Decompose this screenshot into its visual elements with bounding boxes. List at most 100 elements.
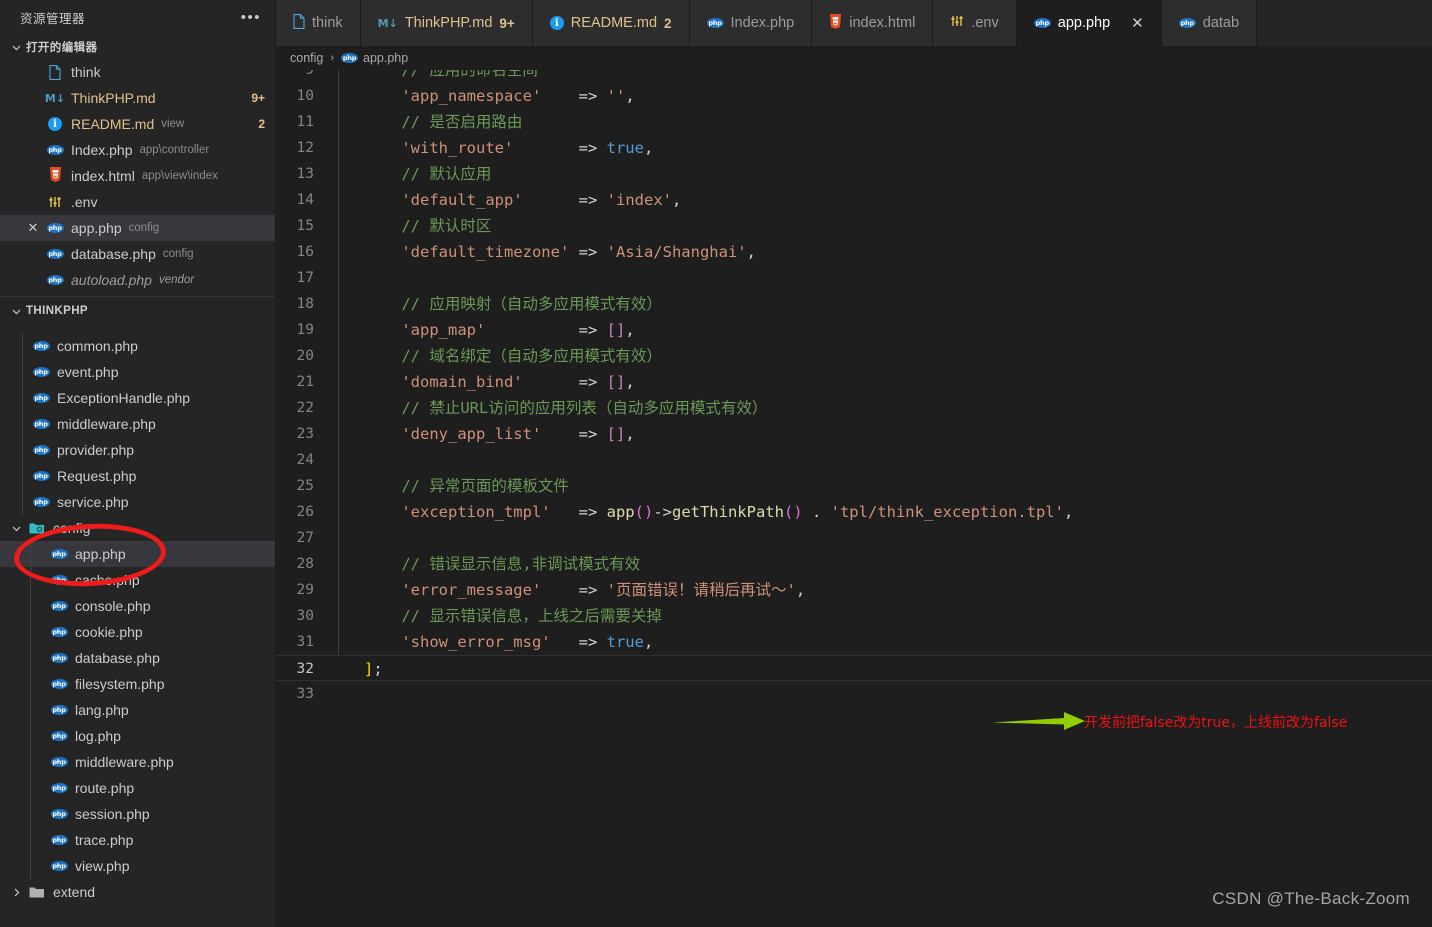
env-icon [44,195,66,209]
line-number: 11 [296,114,314,130]
line-number: 29 [296,582,314,598]
code-line[interactable]: 27 [276,525,1432,551]
line-number: 15 [296,218,314,234]
tree-file-item[interactable]: php app.php [0,541,275,567]
code-line[interactable]: 12 'with_route' => true, [276,135,1432,161]
code-line[interactable]: 19 'app_map' => [], [276,317,1432,343]
code-token: app [606,503,635,521]
code-line[interactable]: 23 'deny_app_list' => [], [276,421,1432,447]
open-editor-item[interactable]: php Index.php app\controller [0,137,275,163]
tree-item-label: console.php [75,598,151,614]
tree-file-item[interactable]: php lang.php [0,697,275,723]
tree-file-item[interactable]: php provider.php [0,437,275,463]
editor-tab[interactable]: i README.md 2 [532,0,690,46]
code-line[interactable]: 30 // 显示错误信息，上线之后需要关掉 [276,603,1432,629]
open-editor-item[interactable]: php database.php config [0,241,275,267]
editor-tab-label: README.md [570,15,658,31]
tree-folder-item[interactable]: extend [0,879,275,905]
editor-tab[interactable]: index.html [812,0,934,46]
editor-tab[interactable]: think [276,0,361,46]
section-thinkphp[interactable]: THINKPHP [0,299,275,323]
tree-file-item[interactable]: php trace.php [0,827,275,853]
tree-indent-guide [30,749,31,775]
tree-file-item[interactable]: php service.php [0,489,275,515]
open-editor-item[interactable]: index.html app\view\index [0,163,275,189]
php-icon: php [32,419,50,429]
code-lines[interactable]: 9 // 应用的命名空间 10 'app_namespace' => '', 11 … [276,70,1432,927]
code-line-partial[interactable]: 9 // 应用的命名空间 [276,70,1432,83]
code-line[interactable]: 32]; [276,655,1432,681]
code-line[interactable]: 18 // 应用映射（自动多应用模式有效） [276,291,1432,317]
code-line[interactable]: 31 'show_error_msg' => true, [276,629,1432,655]
open-editor-item[interactable]: ✕ php app.php config [0,215,275,241]
php-icon: php [50,705,68,715]
code-line[interactable]: 13 // 默认应用 [276,161,1432,187]
code-line[interactable]: 17 [276,265,1432,291]
line-number: 22 [296,400,314,416]
code-token: 'deny_app_list' [401,425,542,443]
code-line[interactable]: 33 [276,681,1432,707]
code-line[interactable]: 24 [276,447,1432,473]
code-line[interactable]: 11 // 是否启用路由 [276,109,1432,135]
code-line-text [338,265,1432,291]
breadcrumb-file[interactable]: app.php [363,51,408,65]
code-line[interactable]: 16 'default_timezone' => 'Asia/Shanghai'… [276,239,1432,265]
open-editor-item[interactable]: M↓ ThinkPHP.md 9+ [0,85,275,111]
editor-tab[interactable]: .env [933,0,1017,46]
tree-file-item[interactable]: php route.php [0,775,275,801]
code-editor[interactable]: 9 // 应用的命名空间 10 'app_namespace' => '', 11 … [276,70,1432,927]
tree-file-item[interactable]: php common.php [0,333,275,359]
open-editor-item[interactable]: think [0,59,275,85]
code-line[interactable]: 14 'default_app' => 'index', [276,187,1432,213]
open-editor-item[interactable]: php autoload.php vendor [0,267,275,293]
code-line[interactable]: 25 // 异常页面的模板文件 [276,473,1432,499]
code-token: true [606,139,644,157]
tree-file-item[interactable]: php cache.php [0,567,275,593]
code-line[interactable]: 20 // 域名绑定（自动多应用模式有效） [276,343,1432,369]
tree-item-label: app.php [75,546,126,562]
line-number: 28 [296,556,314,572]
tree-file-item[interactable]: php middleware.php [0,411,275,437]
code-token: , [795,581,806,599]
editor-tab[interactable]: php app.php ✕ [1016,0,1162,46]
code-token: , [643,633,654,651]
open-editor-item[interactable]: i README.md view 2 [0,111,275,137]
editor-tab[interactable]: php datab [1161,0,1258,46]
editor-tab[interactable]: M↓ ThinkPHP.md 9+ [360,0,533,46]
tree-file-item[interactable]: php cookie.php [0,619,275,645]
breadcrumb-folder[interactable]: config [290,51,323,65]
code-line[interactable]: 29 'error_message' => '页面错误！请稍后再试～', [276,577,1432,603]
tree-file-item[interactable]: php session.php [0,801,275,827]
tree-file-item[interactable]: php Request.php [0,463,275,489]
tree-indent-guide [22,333,23,359]
code-line[interactable]: 10 'app_namespace' => '', [276,83,1432,109]
line-number: 32 [296,661,314,677]
tree-folder-item[interactable]: config [0,515,275,541]
tree-file-item[interactable]: php view.php [0,853,275,879]
open-editor-item[interactable]: .env [0,189,275,215]
code-line[interactable]: 21 'domain_bind' => [], [276,369,1432,395]
code-line[interactable]: 26 'exception_tmpl' => app()->getThinkPa… [276,499,1432,525]
tree-item-label: log.php [75,728,121,744]
close-icon[interactable]: ✕ [1131,14,1144,32]
tree-indent-guide [30,775,31,801]
code-line[interactable]: 28 // 错误显示信息,非调试模式有效 [276,551,1432,577]
tree-file-item[interactable]: php middleware.php [0,749,275,775]
tree-file-item[interactable]: php ExceptionHandle.php [0,385,275,411]
explorer-more-actions-icon[interactable]: ••• [241,10,261,25]
tree-file-item[interactable]: php database.php [0,645,275,671]
code-line[interactable]: 22 // 禁止URL访问的应用列表（自动多应用模式有效） [276,395,1432,421]
tree-indent-guide [22,489,23,515]
tree-file-item[interactable]: php event.php [0,359,275,385]
chevron-right-icon [8,887,24,898]
editor-tab[interactable]: php Index.php [689,0,813,46]
tree-item-label: view.php [75,858,130,874]
tree-file-item[interactable]: php filesystem.php [0,671,275,697]
html-icon [829,13,842,33]
code-line[interactable]: 15 // 默认时区 [276,213,1432,239]
tree-file-item[interactable]: php log.php [0,723,275,749]
section-open-editors[interactable]: 打开的编辑器 [0,35,275,59]
line-number: 30 [296,608,314,624]
close-icon[interactable]: ✕ [22,220,44,236]
tree-file-item[interactable]: php console.php [0,593,275,619]
